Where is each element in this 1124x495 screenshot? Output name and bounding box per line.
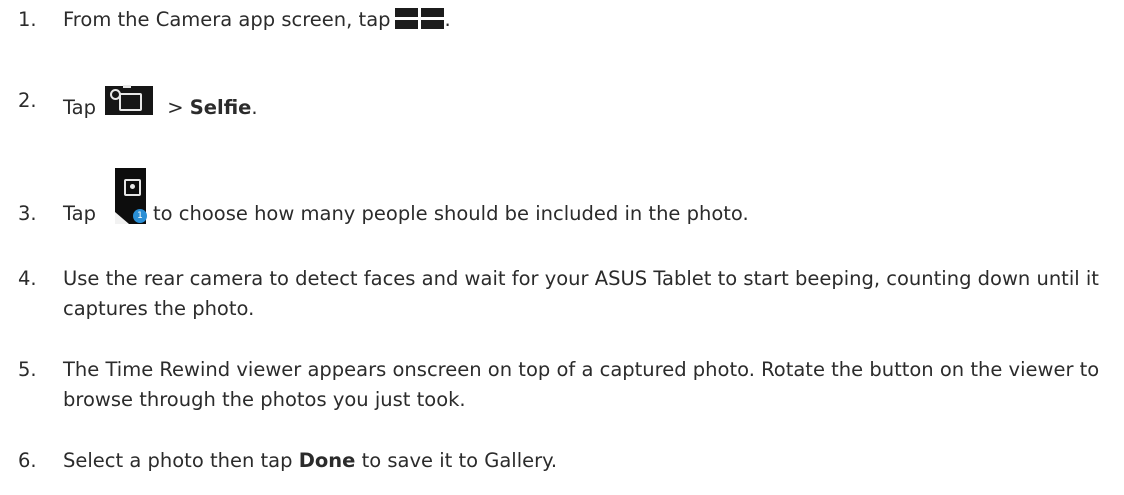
step-text-before: Select a photo then tap <box>63 449 299 472</box>
step-number: 6. <box>18 449 37 472</box>
step-text-after: . <box>444 8 451 31</box>
step-text-after: to save it to Gallery. <box>355 449 558 472</box>
step-number: 1. <box>18 8 37 31</box>
step-number: 4. <box>18 267 37 290</box>
selfie-people-count-icon: 1 <box>115 168 147 224</box>
step-text: Tap 1 to choose how many people should b… <box>63 168 1113 229</box>
step-number: 2. <box>18 89 37 112</box>
camera-icon <box>105 85 154 115</box>
step-text: The Time Rewind viewer appears onscreen … <box>63 358 1100 411</box>
step-text-mid: > <box>161 96 190 119</box>
step-number: 3. <box>18 202 37 225</box>
step-text: Tap > Selfie. <box>63 85 1113 123</box>
selfie-label: Selfie <box>189 96 252 119</box>
step-text: From the Camera app screen, tap. <box>63 5 1113 35</box>
step-text-after: . <box>251 96 258 119</box>
step-text-before: Tap <box>63 96 97 119</box>
grid-mode-icon <box>394 8 444 29</box>
done-label: Done <box>298 449 356 472</box>
step-text: Use the rear camera to detect faces and … <box>63 267 1099 320</box>
step-text-after: to choose how many people should be incl… <box>153 202 749 225</box>
step-text-before: From the Camera app screen, tap <box>63 8 391 31</box>
step-text: Select a photo then tap Done to save it … <box>63 446 1113 476</box>
step-text-before: Tap <box>63 202 97 225</box>
people-count-badge: 1 <box>133 209 147 223</box>
step-number: 5. <box>18 358 37 381</box>
